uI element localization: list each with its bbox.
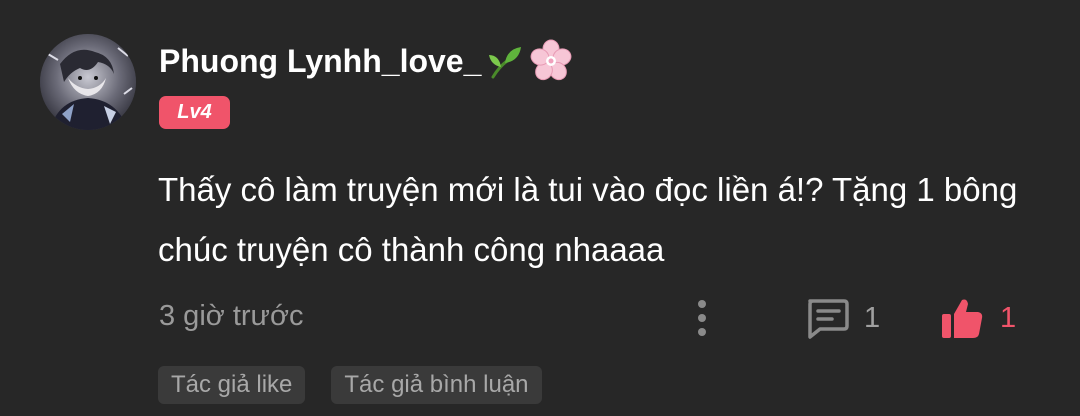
username[interactable]: Phuong Lynhh_love_ [159, 43, 481, 80]
username-row[interactable]: Phuong Lynhh_love_ [159, 38, 573, 84]
comment-body: Thấy cô làm truyện mới là tui vào đọc li… [158, 171, 1018, 268]
reply-button[interactable]: 1 [804, 294, 880, 342]
comment-meta-row: 3 giờ trước 1 1 [0, 290, 1080, 346]
tag-author-liked: Tác giả like [158, 366, 306, 404]
like-button[interactable]: 1 [940, 294, 1016, 342]
level-badge: Lv4 [159, 96, 230, 129]
reply-count: 1 [864, 301, 881, 334]
author-tags: Tác giả like Tác giả bình luận [158, 366, 542, 404]
cherry-blossom-icon [529, 39, 573, 83]
level-label: Lv4 [177, 101, 212, 123]
like-count: 1 [1000, 301, 1017, 334]
user-avatar[interactable] [40, 34, 136, 130]
thumbs-up-icon [942, 299, 983, 338]
seedling-icon [485, 41, 525, 81]
comment-bubble-icon [808, 299, 849, 339]
vertical-dots-icon [698, 300, 706, 308]
more-options-button[interactable] [688, 294, 716, 342]
tag-author-replied: Tác giả bình luận [331, 366, 542, 404]
comment-timestamp: 3 giờ trước [159, 300, 304, 332]
avatar-image [40, 34, 136, 130]
